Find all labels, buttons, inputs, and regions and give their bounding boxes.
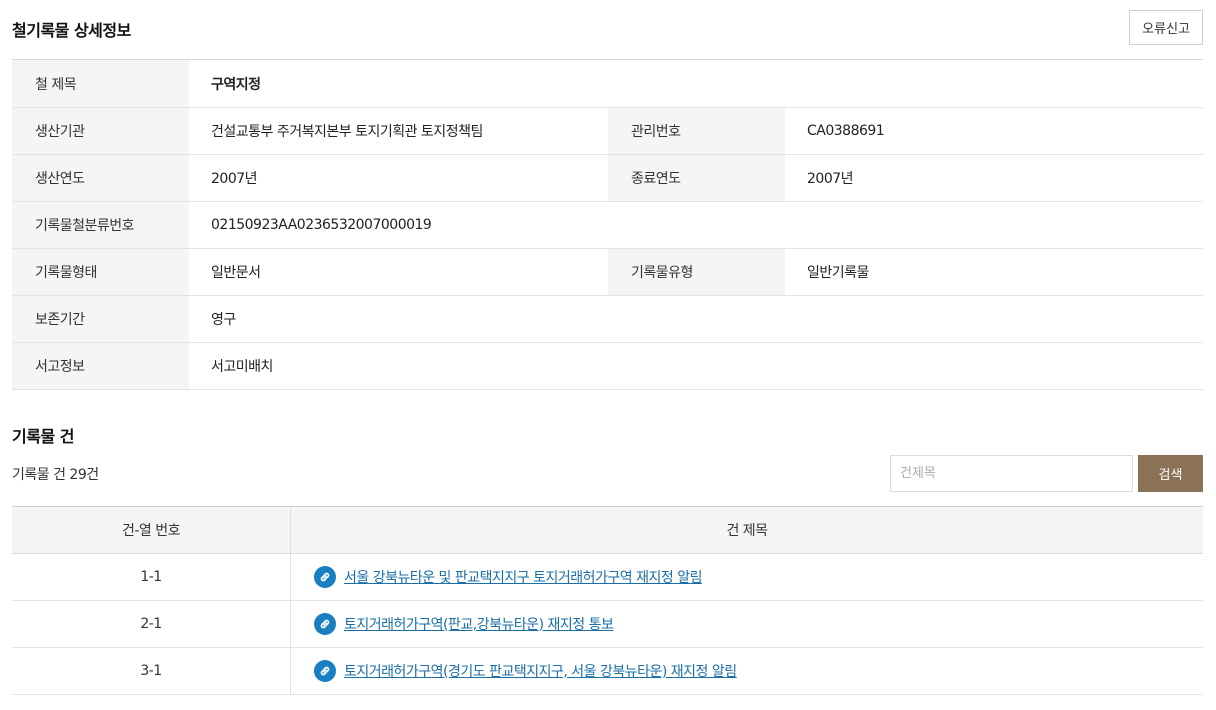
retention-value: 영구 bbox=[211, 312, 236, 328]
prod-year-value: 2007년 bbox=[211, 171, 258, 187]
detail-header: 철기록물 상세정보 오류신고 bbox=[12, 0, 1203, 58]
type-value: 일반기록물 bbox=[807, 265, 869, 281]
column-header-number: 건-열 번호 bbox=[12, 507, 291, 553]
producer-label: 생산기관 bbox=[12, 108, 189, 154]
class-no-value: 02150923AA0236532007000019 bbox=[211, 217, 432, 233]
report-error-button[interactable]: 오류신고 bbox=[1129, 10, 1203, 45]
mgmt-no-label: 관리번호 bbox=[608, 108, 785, 154]
info-row-title: 철 제목 구역지정 bbox=[12, 60, 1203, 108]
records-table: 건-열 번호 건 제목 1-1 서울 강북뉴타운 및 판교택지지구 토지거래허가… bbox=[12, 506, 1203, 695]
info-row-years: 생산연도 2007년 종료연도 2007년 bbox=[12, 155, 1203, 202]
record-title-link[interactable]: 서울 강북뉴타운 및 판교택지지구 토지거래허가구역 재지정 알림 bbox=[344, 567, 702, 587]
records-section-title: 기록물 건 bbox=[12, 427, 74, 446]
prod-year-label: 생산연도 bbox=[12, 155, 189, 201]
type-label: 기록물유형 bbox=[608, 249, 785, 295]
search-button[interactable]: 검색 bbox=[1138, 455, 1203, 492]
link-icon[interactable] bbox=[314, 613, 336, 635]
record-title-cell: 토지거래허가구역(경기도 판교택지지구, 서울 강북뉴타운) 재지정 알림 bbox=[291, 648, 1203, 694]
record-number: 1-1 bbox=[12, 554, 291, 600]
table-row: 3-1 토지거래허가구역(경기도 판교택지지구, 서울 강북뉴타운) 재지정 알… bbox=[12, 648, 1203, 695]
shelf-value: 서고미배치 bbox=[211, 359, 273, 375]
record-number: 3-1 bbox=[12, 648, 291, 694]
record-number: 2-1 bbox=[12, 601, 291, 647]
form-value: 일반문서 bbox=[211, 265, 261, 281]
link-icon[interactable] bbox=[314, 566, 336, 588]
end-year-label: 종료연도 bbox=[608, 155, 785, 201]
info-row-shelf: 서고정보 서고미배치 bbox=[12, 343, 1203, 390]
end-year-value: 2007년 bbox=[807, 171, 854, 187]
records-count: 기록물 건 29건 bbox=[12, 467, 99, 483]
record-title-cell: 토지거래허가구역(판교,강북뉴타운) 재지정 통보 bbox=[291, 601, 1203, 647]
record-detail-page: 철기록물 상세정보 오류신고 철 제목 구역지정 생산기관 건설교통부 주거복지… bbox=[0, 0, 1216, 710]
form-label: 기록물형태 bbox=[12, 249, 189, 295]
info-row-retention: 보존기간 영구 bbox=[12, 296, 1203, 343]
record-title-search-input[interactable] bbox=[890, 455, 1133, 492]
info-table: 철 제목 구역지정 생산기관 건설교통부 주거복지본부 토지기획관 토지정책팀 … bbox=[12, 59, 1203, 390]
shelf-label: 서고정보 bbox=[12, 343, 189, 389]
table-row: 1-1 서울 강북뉴타운 및 판교택지지구 토지거래허가구역 재지정 알림 bbox=[12, 554, 1203, 601]
column-header-title: 건 제목 bbox=[726, 523, 768, 539]
record-title-cell: 서울 강북뉴타운 및 판교택지지구 토지거래허가구역 재지정 알림 bbox=[291, 554, 1203, 600]
title-label: 철 제목 bbox=[12, 60, 189, 107]
info-row-form: 기록물형태 일반문서 기록물유형 일반기록물 bbox=[12, 249, 1203, 296]
title-value: 구역지정 bbox=[211, 76, 261, 93]
class-no-label: 기록물철분류번호 bbox=[12, 202, 189, 248]
retention-label: 보존기간 bbox=[12, 296, 189, 342]
mgmt-no-value: CA0388691 bbox=[807, 123, 885, 139]
info-row-class-no: 기록물철분류번호 02150923AA0236532007000019 bbox=[12, 202, 1203, 249]
records-table-header: 건-열 번호 건 제목 bbox=[12, 507, 1203, 554]
page-title: 철기록물 상세정보 bbox=[12, 21, 131, 40]
link-icon[interactable] bbox=[314, 660, 336, 682]
table-row: 2-1 토지거래허가구역(판교,강북뉴타운) 재지정 통보 bbox=[12, 601, 1203, 648]
info-row-producer: 생산기관 건설교통부 주거복지본부 토지기획관 토지정책팀 관리번호 CA038… bbox=[12, 108, 1203, 155]
record-title-link[interactable]: 토지거래허가구역(판교,강북뉴타운) 재지정 통보 bbox=[344, 614, 614, 634]
producer-value: 건설교통부 주거복지본부 토지기획관 토지정책팀 bbox=[211, 124, 483, 140]
record-title-link[interactable]: 토지거래허가구역(경기도 판교택지지구, 서울 강북뉴타운) 재지정 알림 bbox=[344, 661, 737, 681]
